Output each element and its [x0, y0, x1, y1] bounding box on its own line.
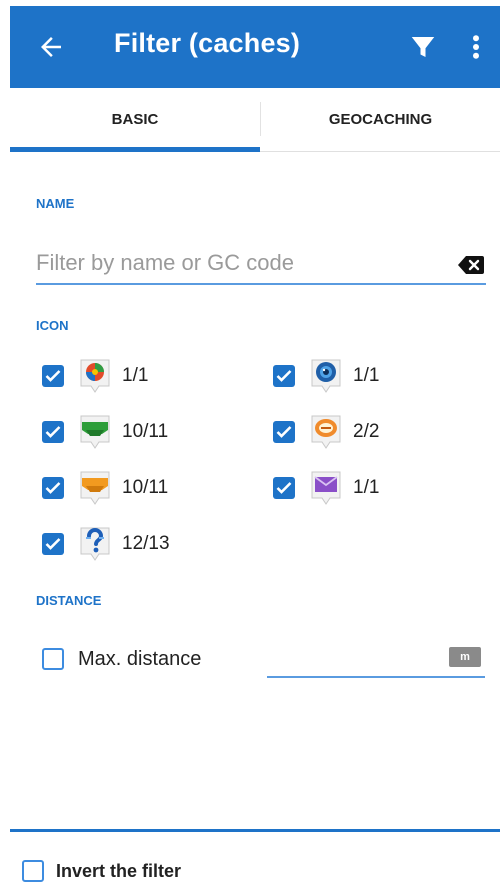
icon-filter-item[interactable]: 1/1 — [273, 470, 379, 506]
icon-count: 1/1 — [353, 477, 380, 498]
checkbox-checked[interactable] — [42, 533, 64, 555]
tab-bar: BASIC GEOCACHING — [10, 88, 500, 152]
back-arrow-icon[interactable] — [36, 32, 66, 62]
section-header-icon: ICON — [36, 318, 69, 333]
checkbox-unchecked[interactable] — [42, 648, 64, 670]
active-tab-indicator — [10, 147, 260, 152]
checkbox-checked[interactable] — [42, 365, 64, 387]
max-distance-input[interactable]: m — [267, 640, 485, 678]
name-filter-input[interactable] — [36, 245, 436, 281]
checkbox-checked[interactable] — [42, 421, 64, 443]
icon-filter-item[interactable]: 1/1 — [42, 358, 148, 394]
icon-filter-item[interactable]: 1/1 — [273, 358, 379, 394]
more-vert-icon[interactable] — [470, 32, 482, 62]
checkbox-checked[interactable] — [273, 365, 295, 387]
icon-count: 2/2 — [353, 421, 380, 442]
icon-count: 1/1 — [353, 365, 380, 386]
icon-filter-item[interactable]: 2/2 — [273, 414, 379, 450]
tab-basic[interactable]: BASIC — [10, 88, 260, 152]
checkbox-checked[interactable] — [42, 477, 64, 499]
webcam-cache-icon — [311, 359, 341, 393]
icon-filter-item[interactable]: 10/11 — [42, 470, 168, 506]
checkbox-checked[interactable] — [273, 477, 295, 499]
mystery-cache-icon — [80, 527, 110, 561]
icon-count: 1/1 — [122, 365, 149, 386]
invert-filter-option[interactable]: Invert the filter — [22, 858, 181, 884]
section-header-distance: DISTANCE — [36, 593, 102, 608]
icon-count: 10/11 — [122, 421, 169, 442]
max-distance-label: Max. distance — [78, 647, 202, 670]
name-field — [36, 245, 486, 285]
section-header-name: NAME — [36, 196, 75, 211]
icon-count: 12/13 — [122, 533, 170, 554]
invert-filter-label: Invert the filter — [56, 860, 182, 881]
app-bar: Filter (caches) — [10, 6, 500, 88]
bottom-divider — [10, 829, 500, 832]
page-title: Filter (caches) — [114, 28, 301, 58]
checkbox-checked[interactable] — [273, 421, 295, 443]
letterbox-cache-icon — [311, 471, 341, 505]
icon-filter-item[interactable]: 10/11 — [42, 414, 168, 450]
icon-filter-item[interactable]: 12/13 — [42, 526, 170, 562]
tab-geocaching[interactable]: GEOCACHING — [261, 88, 500, 152]
unit-badge: m — [449, 647, 481, 667]
checkbox-unchecked[interactable] — [22, 860, 44, 882]
clear-text-icon[interactable] — [458, 255, 484, 275]
multi-cache-icon — [80, 471, 110, 505]
traditional-cache-icon — [80, 415, 110, 449]
event-cache-icon — [80, 359, 110, 393]
max-distance-option[interactable]: Max. distance — [42, 644, 201, 674]
icon-count: 10/11 — [122, 477, 169, 498]
earthcache-icon — [311, 415, 341, 449]
filter-funnel-icon[interactable] — [408, 32, 438, 62]
